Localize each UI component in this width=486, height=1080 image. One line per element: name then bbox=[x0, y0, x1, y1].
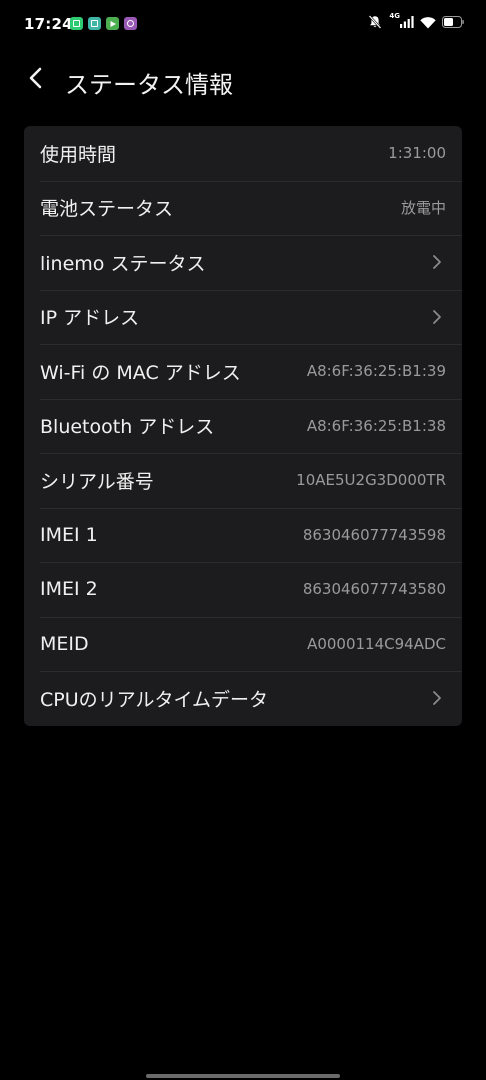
row-value: 放電中 bbox=[400, 199, 446, 218]
chevron-right-icon bbox=[430, 252, 444, 272]
row-linemo-status[interactable]: linemo ステータス bbox=[24, 235, 462, 290]
row-label: CPUのリアルタイムデータ bbox=[40, 688, 269, 711]
status-info-list: 使用時間 1:31:00 電池ステータス 放電中 linemo ステータス IP… bbox=[24, 126, 462, 726]
row-value: 863046077743598 bbox=[302, 525, 446, 544]
row-value: A0000114C94ADC bbox=[307, 634, 446, 653]
row-imei-2: IMEI 2 863046077743580 bbox=[24, 562, 462, 617]
row-label: 使用時間 bbox=[40, 143, 117, 166]
chevron-right-icon bbox=[430, 688, 444, 708]
row-label: 電池ステータス bbox=[40, 198, 174, 221]
row-value: A8:6F:36:25:B1:38 bbox=[306, 416, 446, 435]
status-bar: 17:24 4G bbox=[0, 0, 486, 52]
app-green-icon bbox=[70, 17, 83, 30]
row-label: シリアル番号 bbox=[40, 470, 154, 493]
back-button[interactable] bbox=[20, 64, 52, 96]
app-teal-icon bbox=[88, 17, 101, 30]
row-bluetooth-address: Bluetooth アドレス A8:6F:36:25:B1:38 bbox=[24, 398, 462, 454]
row-label: IP アドレス bbox=[40, 307, 140, 330]
row-imei-1: IMEI 1 863046077743598 bbox=[24, 507, 462, 563]
row-battery-status: 電池ステータス 放電中 bbox=[24, 180, 462, 236]
chevron-right-icon bbox=[430, 307, 444, 327]
row-value: A8:6F:36:25:B1:39 bbox=[306, 362, 446, 381]
row-usage-time: 使用時間 1:31:00 bbox=[24, 126, 462, 181]
row-ip-address[interactable]: IP アドレス bbox=[24, 289, 462, 345]
row-serial-number: シリアル番号 10AE5U2G3D000TR bbox=[24, 453, 462, 508]
home-indicator[interactable] bbox=[146, 1074, 340, 1078]
row-label: linemo ステータス bbox=[40, 252, 206, 275]
row-value: 10AE5U2G3D000TR bbox=[296, 471, 446, 490]
notification-icons bbox=[70, 17, 137, 30]
row-wifi-mac: Wi-Fi の MAC アドレス A8:6F:36:25:B1:39 bbox=[24, 344, 462, 399]
mute-bell-icon bbox=[367, 14, 383, 30]
app-purple-icon bbox=[124, 17, 137, 30]
row-label: IMEI 2 bbox=[40, 578, 98, 601]
system-icons: 4G bbox=[367, 12, 464, 30]
row-label: Bluetooth アドレス bbox=[40, 416, 215, 439]
play-store-icon bbox=[106, 17, 119, 30]
row-cpu-realtime-data[interactable]: CPUのリアルタイムデータ bbox=[24, 671, 462, 726]
signal-icon bbox=[400, 16, 414, 28]
battery-icon bbox=[442, 16, 464, 28]
back-arrow-icon bbox=[28, 66, 44, 94]
row-meid: MEID A0000114C94ADC bbox=[24, 616, 462, 672]
page-title: ステータス情報 bbox=[65, 71, 233, 99]
row-value: 863046077743580 bbox=[302, 580, 446, 599]
row-value: 1:31:00 bbox=[388, 144, 446, 163]
network-type-label: 4G bbox=[389, 12, 400, 20]
wifi-icon bbox=[420, 16, 436, 29]
header: ステータス情報 bbox=[0, 55, 486, 105]
row-label: IMEI 1 bbox=[40, 523, 98, 546]
row-label: MEID bbox=[40, 632, 89, 655]
row-label: Wi-Fi の MAC アドレス bbox=[40, 361, 241, 384]
status-time: 17:24 bbox=[24, 15, 73, 33]
